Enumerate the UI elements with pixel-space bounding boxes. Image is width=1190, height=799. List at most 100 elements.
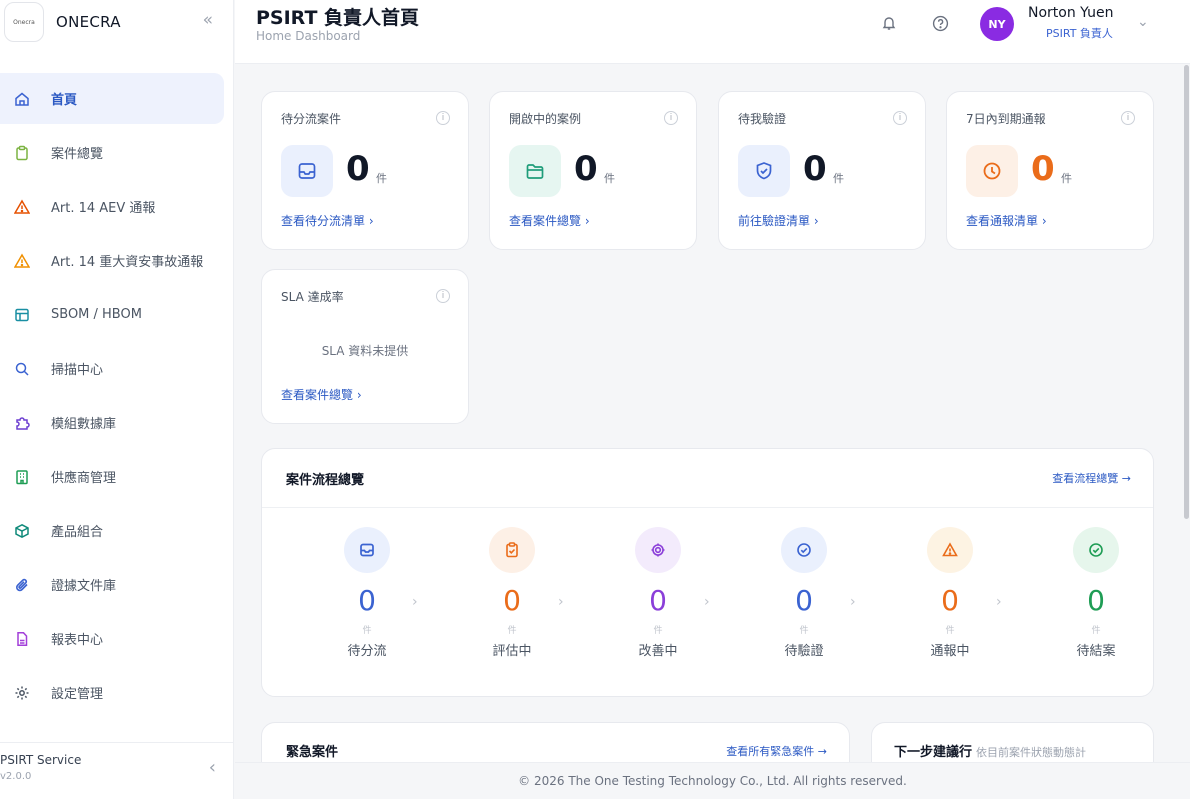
sidebar-item-scan[interactable]: 掃描中心 bbox=[0, 343, 224, 394]
warning-icon bbox=[927, 527, 973, 573]
case-flow-card: 案件流程總覽 查看流程總覽 → 0 件 待分流 › 0 件 評估中 › 0 件 … bbox=[261, 448, 1154, 697]
card-title: 7日內到期通報 bbox=[966, 112, 1046, 126]
panel-title: 下一步建議行 依目前案件狀態動態計 bbox=[894, 741, 1086, 760]
clipboard-icon bbox=[12, 143, 32, 163]
sidebar-item-label: 設定管理 bbox=[51, 687, 104, 702]
chevron-right-icon: › bbox=[704, 594, 710, 610]
flow-stage-assessing[interactable]: 0 件 評估中 bbox=[467, 527, 557, 677]
sla-card: SLA 達成率 i SLA 資料未提供 查看案件總覽 › bbox=[261, 269, 469, 424]
help-icon[interactable] bbox=[930, 13, 950, 33]
sidebar-item-label: 產品組合 bbox=[51, 525, 104, 540]
info-icon[interactable]: i bbox=[436, 111, 450, 125]
user-role: PSIRT 負責人 bbox=[1046, 27, 1113, 40]
sidebar-nav: 首頁 案件總覽 Art. 14 AEV 通報 Art. 14 重大資安事故通報 … bbox=[0, 73, 234, 721]
flow-stage-remediating[interactable]: 0 件 改善中 bbox=[613, 527, 703, 677]
flow-stage-triage[interactable]: 0 件 待分流 bbox=[322, 527, 412, 677]
report-icon bbox=[12, 629, 32, 649]
sidebar-item-settings[interactable]: 設定管理 bbox=[0, 667, 224, 718]
sidebar-footer: PSIRT Service v2.0.0 ‹ bbox=[0, 742, 234, 799]
sidebar-item-products[interactable]: 產品組合 bbox=[0, 505, 224, 556]
sidebar-item-evidence[interactable]: 證據文件庫 bbox=[0, 559, 224, 610]
sidebar-item-home[interactable]: 首頁 bbox=[0, 73, 224, 124]
sla-empty-message: SLA 資料未提供 bbox=[321, 344, 409, 358]
stage-unit: 件 bbox=[362, 626, 372, 636]
chevron-down-icon[interactable]: ⌄ bbox=[1137, 14, 1149, 30]
chevron-right-icon: › bbox=[412, 594, 418, 610]
brand-name: ONECRA bbox=[56, 13, 121, 31]
stat-card-open-cases: 開啟中的案例 i 0 件 查看案件總覽 › bbox=[489, 91, 697, 250]
sidebar-item-vendors[interactable]: 供應商管理 bbox=[0, 451, 224, 502]
stat-card-awaiting-verification: 待我驗證 i 0 件 前往驗證清單 › bbox=[718, 91, 926, 250]
view-cases-link[interactable]: 查看案件總覽 › bbox=[509, 212, 590, 229]
flow-stage-closing[interactable]: 0 件 待結案 bbox=[1051, 527, 1141, 677]
home-icon bbox=[12, 89, 32, 109]
stage-unit: 件 bbox=[1091, 626, 1101, 636]
sidebar-item-label: 模組數據庫 bbox=[51, 417, 117, 432]
sidebar-item-aev[interactable]: Art. 14 AEV 通報 bbox=[0, 181, 224, 232]
stage-count: 0 bbox=[503, 584, 521, 617]
view-triage-list-link[interactable]: 查看待分流清單 › bbox=[281, 212, 374, 229]
stage-unit: 件 bbox=[507, 626, 517, 636]
user-name[interactable]: Norton Yuen bbox=[1028, 5, 1113, 21]
sidebar-item-sbom[interactable]: SBOM / HBOM bbox=[0, 289, 224, 340]
sidebar-item-label: SBOM / HBOM bbox=[51, 307, 142, 322]
sidebar-item-incident[interactable]: Art. 14 重大資安事故通報 bbox=[0, 235, 224, 286]
card-title: 開啟中的案例 bbox=[509, 112, 582, 126]
stat-unit: 件 bbox=[604, 172, 615, 185]
stage-unit: 件 bbox=[653, 626, 663, 636]
stage-unit: 件 bbox=[799, 626, 809, 636]
info-icon[interactable]: i bbox=[436, 289, 450, 303]
main-content: 待分流案件 i 0 件 查看待分流清單 › 開啟中的案例 i 0 件 查看案件總… bbox=[235, 65, 1190, 799]
sidebar-item-reports[interactable]: 報表中心 bbox=[0, 613, 224, 664]
stage-label: 待結案 bbox=[1076, 644, 1116, 659]
folder-icon bbox=[509, 145, 561, 197]
scrollbar[interactable] bbox=[1184, 65, 1189, 519]
brand-logo: Onecra bbox=[4, 2, 44, 42]
collapse-sidebar-icon[interactable]: « bbox=[203, 10, 213, 30]
panel-title: 緊急案件 bbox=[286, 745, 339, 760]
avatar[interactable]: NY bbox=[980, 7, 1014, 41]
table-icon bbox=[12, 305, 32, 325]
stage-count: 0 bbox=[358, 584, 376, 617]
stat-card-pending-triage: 待分流案件 i 0 件 查看待分流清單 › bbox=[261, 91, 469, 250]
info-icon[interactable]: i bbox=[1121, 111, 1135, 125]
brand[interactable]: Onecra ONECRA bbox=[4, 2, 230, 42]
stat-value: 0 bbox=[1031, 149, 1055, 189]
check-circle-icon bbox=[781, 527, 827, 573]
view-urgent-cases-link[interactable]: 查看所有緊急案件 → bbox=[726, 743, 827, 759]
clipboard-icon bbox=[489, 527, 535, 573]
go-verification-list-link[interactable]: 前往驗證清單 › bbox=[738, 212, 819, 229]
stage-label: 通報中 bbox=[930, 644, 970, 659]
stage-count: 0 bbox=[795, 584, 813, 617]
stage-label: 待驗證 bbox=[784, 644, 824, 659]
info-icon[interactable]: i bbox=[893, 111, 907, 125]
flow-stage-verifying[interactable]: 0 件 待驗證 bbox=[759, 527, 849, 677]
stage-label: 改善中 bbox=[638, 644, 678, 659]
sidebar-item-label: Art. 14 AEV 通報 bbox=[51, 201, 156, 216]
stage-count: 0 bbox=[1087, 584, 1105, 617]
sidebar: Onecra ONECRA « 首頁 案件總覽 Art. 14 AEV 通報 A… bbox=[0, 0, 234, 799]
divider bbox=[262, 507, 1153, 508]
sidebar-item-label: Art. 14 重大資安事故通報 bbox=[51, 255, 204, 270]
sidebar-item-label: 報表中心 bbox=[51, 633, 104, 648]
inbox-icon bbox=[344, 527, 390, 573]
card-title: 待分流案件 bbox=[281, 112, 342, 126]
sidebar-item-cases[interactable]: 案件總覽 bbox=[0, 127, 224, 178]
chevron-left-icon[interactable]: ‹ bbox=[209, 757, 216, 778]
gear-icon bbox=[12, 683, 32, 703]
sidebar-item-modules[interactable]: 模組數據庫 bbox=[0, 397, 224, 448]
building-icon bbox=[12, 467, 32, 487]
view-cases-link[interactable]: 查看案件總覽 › bbox=[281, 386, 362, 403]
sidebar-item-label: 供應商管理 bbox=[51, 471, 117, 486]
info-icon[interactable]: i bbox=[664, 111, 678, 125]
flow-stage-notifying[interactable]: 0 件 通報中 bbox=[905, 527, 995, 677]
bell-icon[interactable] bbox=[879, 13, 899, 33]
stage-label: 評估中 bbox=[492, 644, 532, 659]
stat-card-due-notifications: 7日內到期通報 i 0 件 查看通報清單 › bbox=[946, 91, 1154, 250]
page-title: PSIRT 負責人首頁 bbox=[256, 7, 420, 29]
chevron-right-icon: › bbox=[996, 594, 1002, 610]
card-title: SLA 達成率 bbox=[281, 290, 344, 304]
service-name: PSIRT Service bbox=[0, 753, 82, 767]
view-notifications-link[interactable]: 查看通報清單 › bbox=[966, 212, 1047, 229]
view-flow-link[interactable]: 查看流程總覽 → bbox=[1052, 470, 1131, 486]
